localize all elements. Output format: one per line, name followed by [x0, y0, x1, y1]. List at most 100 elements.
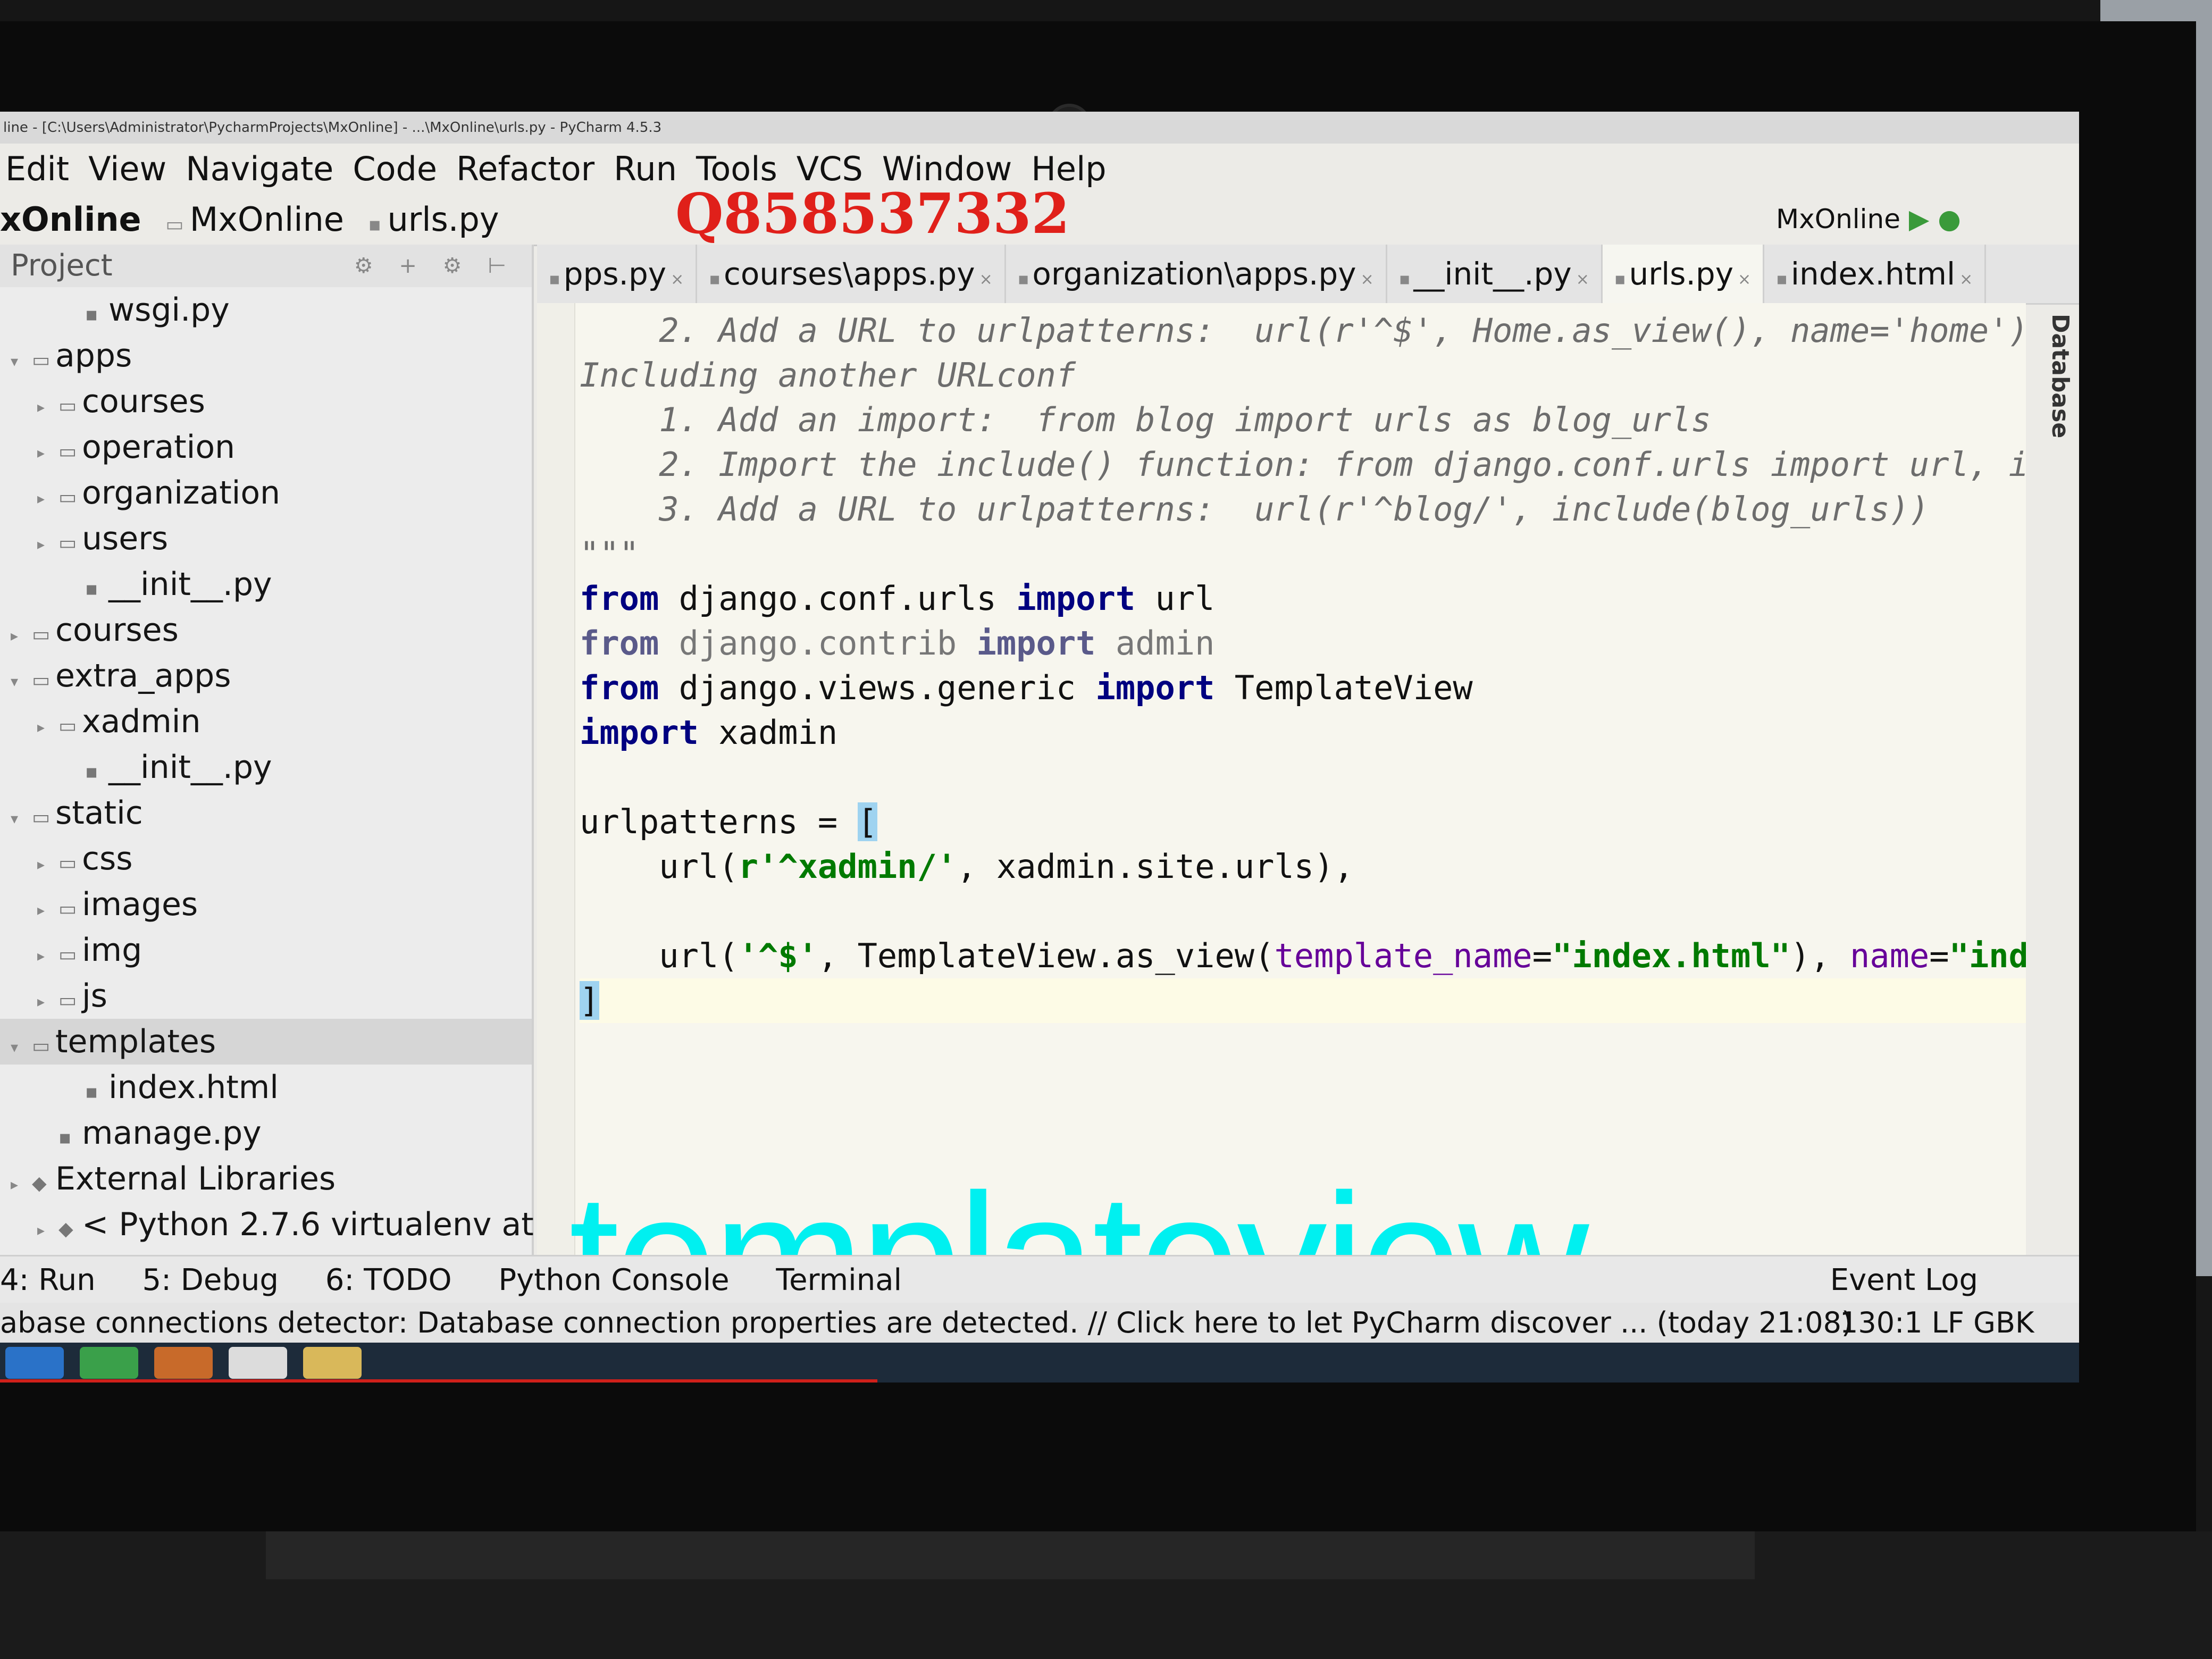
- code-line[interactable]: from django.conf.urls import url: [580, 576, 2026, 621]
- expand-arrow-icon[interactable]: ▾: [11, 339, 32, 384]
- tool-run[interactable]: 4: Run: [0, 1263, 96, 1297]
- file-encoding[interactable]: GBK: [1973, 1306, 2034, 1339]
- status-message[interactable]: abase connections detector: Database con…: [0, 1306, 1853, 1339]
- collapse-arrow-icon[interactable]: ▸: [37, 842, 58, 887]
- collapse-arrow-icon[interactable]: ▸: [37, 1208, 58, 1253]
- expand-arrow-icon[interactable]: ▾: [11, 1025, 32, 1070]
- taskbar-browser-icon[interactable]: [80, 1347, 138, 1379]
- collapse-arrow-icon[interactable]: ▸: [37, 430, 58, 476]
- collapse-arrow-icon[interactable]: ▸: [37, 887, 58, 933]
- menu-run[interactable]: Run: [614, 149, 677, 188]
- code-line[interactable]: """: [580, 532, 2026, 576]
- tree-item[interactable]: ▸ ▭ xadmin: [0, 699, 532, 744]
- tree-item[interactable]: ▸ ◆ < Python 2.7.6 virtualenv at C:\: [0, 1202, 588, 1247]
- breadcrumb-folder[interactable]: ▭ MxOnline: [165, 200, 344, 239]
- editor-tab[interactable]: ▪ courses\apps.py ×: [697, 245, 1006, 309]
- tree-item[interactable]: ▪ manage.py: [0, 1110, 532, 1156]
- editor-tab[interactable]: ▪ pps.py ×: [537, 245, 698, 309]
- debug-icon[interactable]: ●: [1938, 204, 1961, 234]
- breadcrumb-file[interactable]: ▪ urls.py: [368, 200, 499, 239]
- collapse-arrow-icon[interactable]: ▸: [37, 933, 58, 979]
- tree-item[interactable]: ▸ ▭ operation: [0, 424, 532, 470]
- code-line[interactable]: 2. Add a URL to urlpatterns: url(r'^$', …: [580, 308, 2026, 353]
- collapse-arrow-icon[interactable]: ▸: [37, 705, 58, 750]
- collapse-arrow-icon[interactable]: ▸: [37, 384, 58, 430]
- run-configuration[interactable]: MxOnline ▶ ●: [1776, 194, 1961, 245]
- collapse-arrow-icon[interactable]: ▸: [37, 476, 58, 522]
- tree-item[interactable]: ▸ ▭ images: [0, 882, 532, 927]
- code-token: import: [580, 713, 699, 752]
- tree-item[interactable]: ▸ ▭ js: [0, 973, 532, 1019]
- code-line[interactable]: 3. Add a URL to urlpatterns: url(r'^blog…: [580, 487, 2026, 532]
- menu-edit[interactable]: Edit: [5, 149, 69, 188]
- run-icon[interactable]: ▶: [1909, 204, 1929, 234]
- code-line[interactable]: 2. Import the include() function: from d…: [580, 442, 2026, 487]
- code-line[interactable]: from django.contrib import admin: [580, 621, 2026, 666]
- tree-item[interactable]: ▸ ▭ img: [0, 927, 532, 973]
- code-token: '^$': [738, 936, 818, 975]
- taskbar-console-icon[interactable]: [229, 1347, 287, 1379]
- event-log-button[interactable]: Event Log: [1830, 1256, 1978, 1304]
- code-line[interactable]: url('^$', TemplateView.as_view(template_…: [580, 934, 2026, 978]
- line-separator[interactable]: LF: [1932, 1306, 1964, 1339]
- code-line[interactable]: ]: [580, 978, 2026, 1023]
- code-line[interactable]: Including another URLconf: [580, 353, 2026, 398]
- taskbar-pycharm-icon[interactable]: [154, 1347, 213, 1379]
- collapse-arrow-icon[interactable]: ▸: [11, 1162, 32, 1208]
- tool-python-console[interactable]: Python Console: [498, 1263, 729, 1297]
- code-editor[interactable]: 2. Add a URL to urlpatterns: url(r'^$', …: [537, 303, 2026, 1255]
- tree-item[interactable]: ▪ __init__.py: [0, 744, 532, 790]
- menu-view[interactable]: View: [88, 149, 166, 188]
- start-button[interactable]: [5, 1347, 64, 1379]
- code-area[interactable]: 2. Add a URL to urlpatterns: url(r'^$', …: [580, 308, 2026, 1023]
- tree-item[interactable]: ▸ ▭ css: [0, 836, 532, 882]
- close-tab-icon[interactable]: ×: [1361, 270, 1374, 289]
- caret-position[interactable]: 130:1: [1840, 1306, 1923, 1339]
- menu-code[interactable]: Code: [353, 149, 437, 188]
- code-line[interactable]: urlpatterns = [: [580, 800, 2026, 844]
- tool-debug[interactable]: 5: Debug: [143, 1263, 279, 1297]
- taskbar-progress: [0, 1379, 877, 1382]
- editor-tab[interactable]: ▪ __init__.py ×: [1387, 245, 1603, 309]
- editor-tab[interactable]: ▪ organization\apps.py ×: [1006, 245, 1387, 309]
- collapse-arrow-icon[interactable]: ▸: [37, 979, 58, 1025]
- tree-item[interactable]: ▪ index.html: [0, 1065, 532, 1110]
- close-tab-icon[interactable]: ×: [1959, 270, 1973, 289]
- code-line[interactable]: 1. Add an import: from blog import urls …: [580, 398, 2026, 442]
- tree-item[interactable]: ▸ ▭ users: [0, 516, 532, 562]
- code-line[interactable]: url(r'^xadmin/', xadmin.site.urls),: [580, 844, 2026, 889]
- tree-item[interactable]: ▾ ▭ extra_apps: [0, 653, 532, 699]
- project-panel-tools[interactable]: ⚙ + ⚙ ⊢: [354, 245, 516, 287]
- tree-item[interactable]: ▪ __init__.py: [0, 562, 532, 607]
- collapse-arrow-icon[interactable]: ▸: [11, 613, 32, 659]
- editor-tab[interactable]: ▪ index.html ×: [1764, 245, 1987, 309]
- close-tab-icon[interactable]: ×: [1576, 270, 1589, 289]
- taskbar-folder-icon[interactable]: [303, 1347, 362, 1379]
- tool-todo[interactable]: 6: TODO: [325, 1263, 452, 1297]
- expand-arrow-icon[interactable]: ▾: [11, 659, 32, 705]
- editor-tab[interactable]: ▪ urls.py ×: [1602, 245, 1765, 309]
- tool-terminal[interactable]: Terminal: [776, 1263, 902, 1297]
- menu-navigate[interactable]: Navigate: [186, 149, 333, 188]
- close-tab-icon[interactable]: ×: [671, 270, 684, 289]
- code-line[interactable]: [580, 755, 2026, 800]
- tree-item[interactable]: ▾ ▭ templates: [0, 1019, 532, 1065]
- tree-item[interactable]: ▸ ▭ courses: [0, 379, 532, 424]
- tree-item[interactable]: ▸ ▭ organization: [0, 470, 532, 516]
- expand-arrow-icon[interactable]: ▾: [11, 796, 32, 842]
- tree-item[interactable]: ▸ ◆ External Libraries: [0, 1156, 532, 1202]
- close-tab-icon[interactable]: ×: [1738, 270, 1751, 289]
- project-panel-title[interactable]: Project: [11, 248, 113, 283]
- database-side-tab[interactable]: Database: [2037, 314, 2074, 633]
- tree-item[interactable]: ▪ wsgi.py: [0, 287, 532, 333]
- tree-item[interactable]: ▾ ▭ static: [0, 790, 532, 836]
- collapse-arrow-icon[interactable]: ▸: [37, 522, 58, 567]
- tree-item[interactable]: ▾ ▭ apps: [0, 333, 532, 379]
- code-line[interactable]: import xadmin: [580, 710, 2026, 755]
- close-tab-icon[interactable]: ×: [979, 270, 993, 289]
- breadcrumb-project[interactable]: xOnline: [0, 200, 141, 239]
- tree-item[interactable]: ▸ ▭ courses: [0, 607, 532, 653]
- menu-refactor[interactable]: Refactor: [456, 149, 594, 188]
- code-line[interactable]: from django.views.generic import Templat…: [580, 666, 2026, 710]
- code-line[interactable]: [580, 889, 2026, 934]
